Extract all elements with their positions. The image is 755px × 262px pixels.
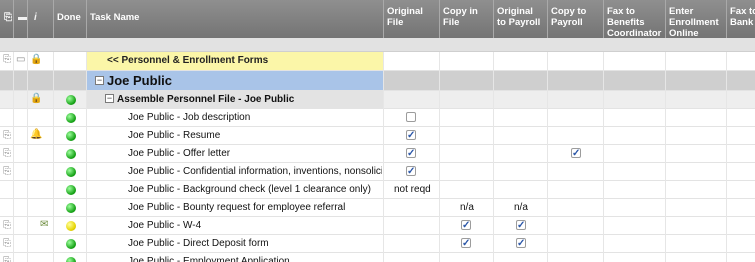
col-divider-1 bbox=[0, 0, 14, 38]
col-line bbox=[440, 52, 494, 262]
col-line bbox=[384, 52, 440, 262]
header-fax-benefits[interactable]: Fax to Benefits Coordinator bbox=[604, 0, 666, 39]
header-copy-in-file[interactable]: Copy in File bbox=[440, 0, 494, 38]
col-line bbox=[0, 52, 14, 262]
header-copy-to-payroll[interactable]: Copy to Payroll bbox=[548, 0, 604, 38]
col-divider-3 bbox=[28, 0, 54, 38]
col-line bbox=[548, 52, 604, 262]
header-original-to-payroll[interactable]: Original to Payroll bbox=[494, 0, 548, 38]
col-line bbox=[28, 52, 54, 262]
col-line bbox=[54, 52, 87, 262]
header-enter-enrollment[interactable]: Enter Enrollment Online bbox=[666, 0, 727, 39]
col-line bbox=[604, 52, 666, 262]
col-line bbox=[87, 52, 384, 262]
header-original-file[interactable]: Original File bbox=[384, 0, 440, 38]
header-task-name[interactable]: Task Name bbox=[87, 0, 384, 38]
col-divider-2 bbox=[14, 0, 28, 38]
col-line bbox=[494, 52, 548, 262]
task-grid: ⎘ ▬ i Done Task Name Original File Copy … bbox=[0, 0, 755, 262]
header-filter-strip bbox=[0, 38, 755, 52]
grid-header: ⎘ ▬ i Done Task Name Original File Copy … bbox=[0, 0, 755, 39]
header-done[interactable]: Done bbox=[54, 0, 87, 38]
header-fax-bank[interactable]: Fax to Bank bbox=[727, 0, 755, 38]
col-line bbox=[14, 52, 28, 262]
col-line bbox=[666, 52, 727, 262]
